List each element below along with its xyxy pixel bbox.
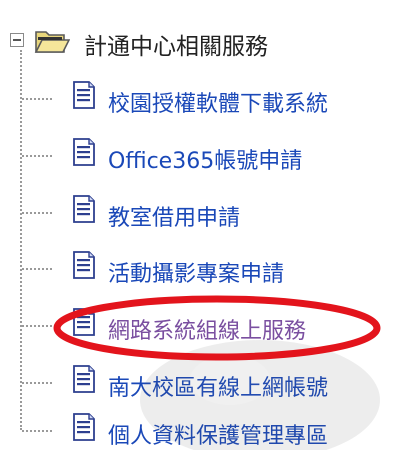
tree-branch-line: [22, 430, 52, 432]
tree-item-wired-network-account[interactable]: 南大校區有線上網帳號: [108, 370, 328, 402]
tree-root-label[interactable]: 計通中心相關服務: [84, 27, 268, 61]
tree-item-software-download[interactable]: 校園授權軟體下載系統: [108, 86, 328, 118]
service-tree: 計通中心相關服務 校園授權軟體下載系統 Office365帳號申請 教室借用申請: [0, 0, 395, 450]
document-icon[interactable]: [71, 137, 97, 167]
collapse-minus-icon[interactable]: [10, 33, 24, 47]
document-icon[interactable]: [71, 80, 97, 110]
tree-item-personal-data-protection[interactable]: 個人資料保護管理專區: [108, 418, 328, 450]
folder-open-icon[interactable]: [34, 26, 70, 56]
tree-item-network-services[interactable]: 網路系統組線上服務: [108, 313, 306, 345]
tree-branch-line: [22, 325, 52, 327]
document-icon[interactable]: [71, 364, 97, 394]
tree-branch-line: [22, 212, 52, 214]
tree-branch-line: [22, 268, 52, 270]
document-icon[interactable]: [71, 412, 97, 442]
document-icon[interactable]: [71, 250, 97, 280]
document-icon[interactable]: [71, 307, 97, 337]
tree-branch-line: [22, 155, 52, 157]
tree-guide-line: [20, 50, 22, 430]
tree-item-office365[interactable]: Office365帳號申請: [108, 143, 302, 175]
document-icon[interactable]: [71, 194, 97, 224]
tree-branch-line: [22, 382, 52, 384]
tree-item-event-photography[interactable]: 活動攝影專案申請: [108, 256, 284, 288]
tree-branch-line: [22, 98, 52, 100]
tree-item-classroom-booking[interactable]: 教室借用申請: [108, 200, 240, 232]
